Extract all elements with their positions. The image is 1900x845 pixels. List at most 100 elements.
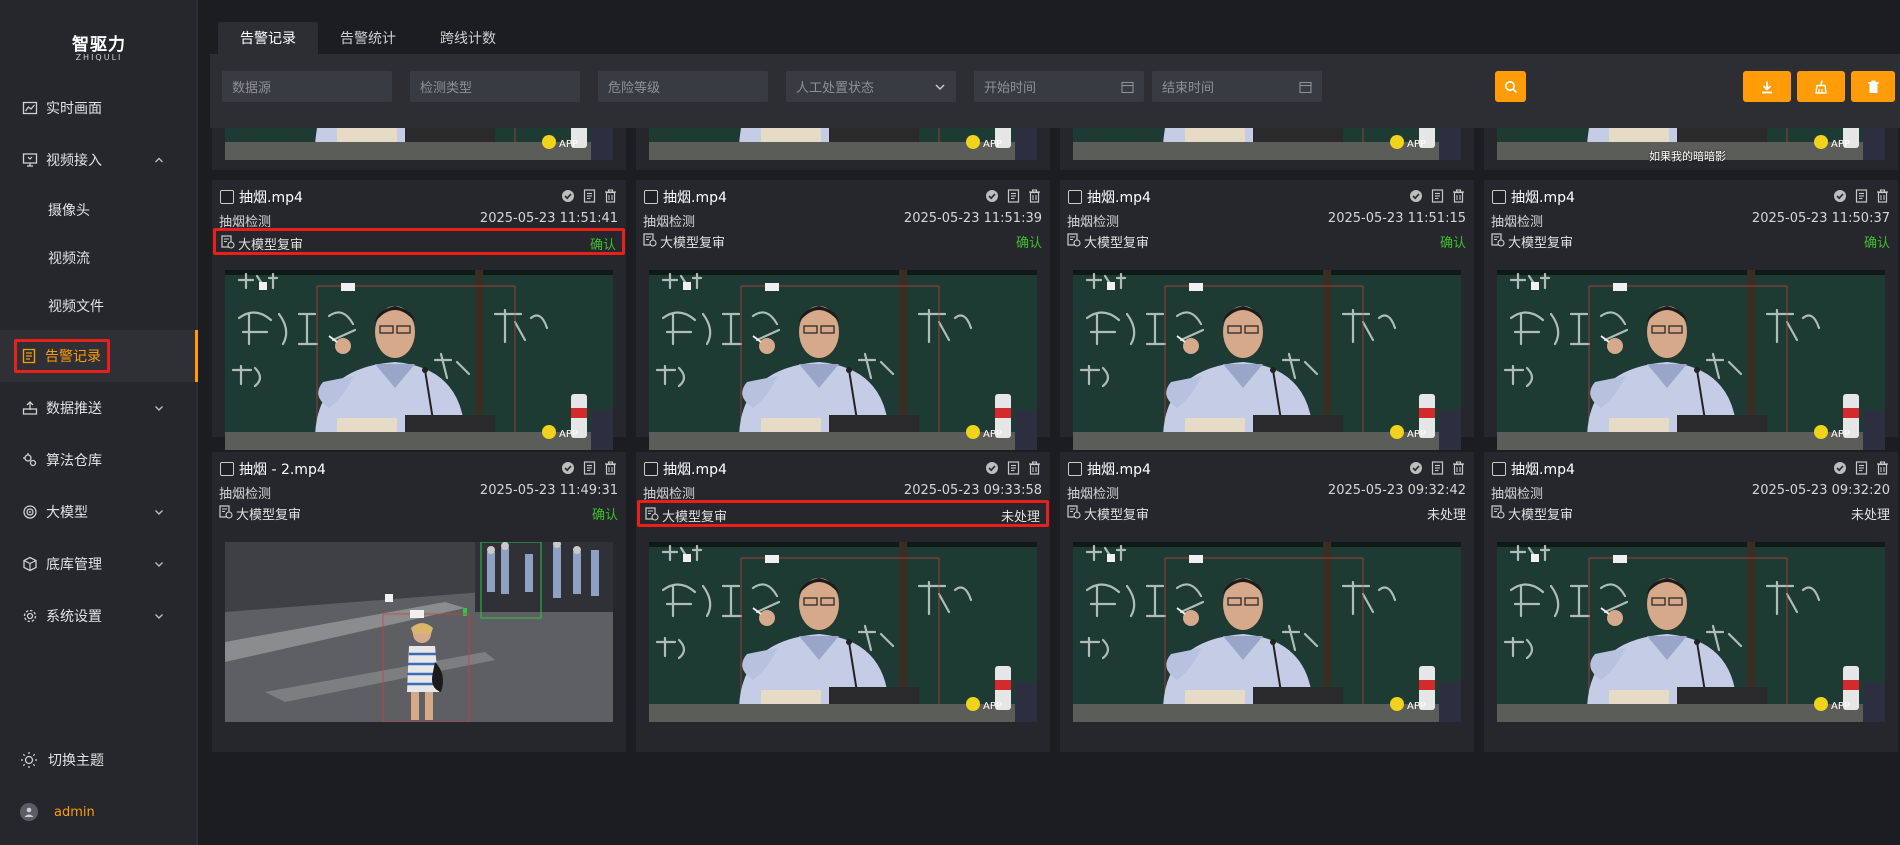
select-checkbox[interactable] bbox=[1492, 190, 1506, 204]
alarm-thumbnail[interactable]: APP bbox=[225, 128, 613, 160]
user-menu[interactable]: admin bbox=[0, 786, 198, 838]
svg-text:APP: APP bbox=[1407, 429, 1426, 440]
alarm-card-partial[interactable]: APP 如果我的暗暗影 bbox=[1484, 128, 1898, 170]
review-label: 大模型复审 bbox=[1508, 508, 1574, 523]
review-status: 确认 bbox=[1015, 236, 1042, 251]
check-circle-icon[interactable] bbox=[984, 460, 1000, 476]
trash-icon[interactable] bbox=[602, 188, 618, 204]
select-checkbox[interactable] bbox=[1492, 462, 1506, 476]
sidebar-item-alarm-records[interactable]: 告警记录 bbox=[0, 330, 198, 382]
review-row: 大模型复审 未处理 bbox=[1486, 501, 1896, 525]
select-checkbox[interactable] bbox=[1068, 190, 1082, 204]
sun-icon bbox=[20, 751, 38, 769]
sidebar-item-label: 视频文件 bbox=[48, 299, 104, 315]
alarm-thumbnail[interactable]: APP bbox=[1497, 542, 1885, 722]
select-checkbox[interactable] bbox=[220, 190, 234, 204]
alarm-thumbnail[interactable]: APP bbox=[225, 270, 613, 450]
document-icon[interactable] bbox=[1429, 188, 1445, 204]
trash-icon[interactable] bbox=[1874, 188, 1890, 204]
check-circle-icon[interactable] bbox=[1408, 460, 1424, 476]
trash-icon[interactable] bbox=[602, 460, 618, 476]
document-icon[interactable] bbox=[1853, 460, 1869, 476]
review-row: 大模型复审 确认 bbox=[214, 501, 624, 525]
start-time-input[interactable]: 开始时间 bbox=[974, 71, 1144, 102]
download-button[interactable] bbox=[1743, 71, 1791, 102]
alarm-card[interactable]: 抽烟.mp4 抽烟检测 2025-05-23 11:50:37 大模型复审 确认 bbox=[1484, 180, 1898, 450]
chevron-down-icon bbox=[154, 611, 164, 621]
file-name: 抽烟.mp4 bbox=[1087, 462, 1151, 478]
alarm-card[interactable]: 抽烟.mp4 抽烟检测 2025-05-23 11:51:15 大模型复审 确认 bbox=[1060, 180, 1474, 450]
sidebar-item-large-model[interactable]: 大模型 bbox=[0, 486, 198, 538]
sidebar-item-base-library[interactable]: 底库管理 bbox=[0, 538, 198, 590]
trash-icon[interactable] bbox=[1026, 188, 1042, 204]
alarm-thumbnail[interactable]: APP bbox=[1073, 270, 1461, 450]
alarm-thumbnail[interactable]: APP bbox=[649, 542, 1037, 722]
alarm-time: 2025-05-23 09:33:58 bbox=[903, 483, 1042, 498]
trash-icon[interactable] bbox=[1450, 460, 1466, 476]
alarm-card-partial[interactable]: APP bbox=[636, 128, 1050, 170]
alarm-thumbnail[interactable] bbox=[225, 542, 613, 722]
trash-icon[interactable] bbox=[1026, 460, 1042, 476]
alarm-card[interactable]: 抽烟 - 2.mp4 抽烟检测 2025-05-23 11:49:31 大模型复… bbox=[212, 452, 626, 752]
switch-theme-button[interactable]: 切换主题 bbox=[0, 734, 198, 786]
select-checkbox[interactable] bbox=[1068, 462, 1082, 476]
manual-status-select[interactable]: 人工处置状态 bbox=[786, 71, 956, 102]
switch-theme-label: 切换主题 bbox=[48, 753, 104, 769]
tab-alarm-records[interactable]: 告警记录 bbox=[218, 22, 318, 54]
review-status: 确认 bbox=[1439, 236, 1466, 251]
check-circle-icon[interactable] bbox=[1832, 460, 1848, 476]
sidebar-item-data-push[interactable]: 数据推送 bbox=[0, 382, 198, 434]
alarm-thumbnail[interactable]: APP bbox=[1073, 542, 1461, 722]
alarm-thumbnail[interactable]: APP bbox=[649, 128, 1037, 160]
sidebar-item-video-access[interactable]: 视频接入 bbox=[0, 134, 198, 186]
select-checkbox[interactable] bbox=[644, 190, 658, 204]
clean-button[interactable] bbox=[1797, 71, 1845, 102]
alarm-card[interactable]: 抽烟.mp4 抽烟检测 2025-05-23 09:32:20 大模型复审 未处… bbox=[1484, 452, 1898, 752]
check-circle-icon[interactable] bbox=[1408, 188, 1424, 204]
svg-text:APP: APP bbox=[559, 139, 578, 150]
search-button[interactable] bbox=[1495, 71, 1526, 102]
alarm-card[interactable]: 抽烟.mp4 抽烟检测 2025-05-23 09:32:42 大模型复审 未处… bbox=[1060, 452, 1474, 752]
document-icon[interactable] bbox=[581, 188, 597, 204]
check-circle-icon[interactable] bbox=[984, 188, 1000, 204]
alarm-card[interactable]: 抽烟.mp4 抽烟检测 2025-05-23 11:51:39 大模型复审 确认 bbox=[636, 180, 1050, 450]
end-time-input[interactable]: 结束时间 bbox=[1152, 71, 1322, 102]
document-icon[interactable] bbox=[1853, 188, 1869, 204]
alarm-thumbnail[interactable]: APP bbox=[1497, 270, 1885, 450]
sidebar-item-video-stream[interactable]: 视频流 bbox=[0, 234, 198, 282]
check-circle-icon[interactable] bbox=[1832, 188, 1848, 204]
review-status: 确认 bbox=[589, 238, 616, 253]
detection-type: 抽烟检测 bbox=[1067, 215, 1120, 230]
trash-icon[interactable] bbox=[1874, 460, 1890, 476]
select-checkbox[interactable] bbox=[220, 462, 234, 476]
tab-line-crossing-count[interactable]: 跨线计数 bbox=[418, 22, 518, 54]
delete-all-button[interactable] bbox=[1851, 71, 1895, 102]
trash-icon[interactable] bbox=[1450, 188, 1466, 204]
danger-level-select[interactable]: 危险等级 bbox=[598, 71, 768, 102]
document-icon[interactable] bbox=[581, 460, 597, 476]
sidebar-item-system-settings[interactable]: 系统设置 bbox=[0, 590, 198, 642]
review-label: 大模型复审 bbox=[236, 508, 302, 523]
alarm-thumbnail[interactable]: APP bbox=[1073, 128, 1461, 160]
alarm-card-partial[interactable]: APP bbox=[212, 128, 626, 170]
alarm-card[interactable]: 抽烟.mp4 抽烟检测 2025-05-23 11:51:41 大模型复审 确认 bbox=[212, 180, 626, 450]
detection-type-select[interactable]: 检测类型 bbox=[410, 71, 580, 102]
check-circle-icon[interactable] bbox=[560, 460, 576, 476]
document-icon[interactable] bbox=[1005, 460, 1021, 476]
data-source-input[interactable]: 数据源 bbox=[222, 71, 392, 102]
alarm-thumbnail[interactable]: APP bbox=[649, 270, 1037, 450]
review-row: 大模型复审 确认 bbox=[213, 228, 625, 255]
review-row: 大模型复审 确认 bbox=[1486, 229, 1896, 253]
alarm-card-header: 抽烟.mp4 抽烟检测 2025-05-23 09:32:42 大模型复审 未处… bbox=[1060, 452, 1474, 542]
sidebar-item-camera[interactable]: 摄像头 bbox=[0, 186, 198, 234]
select-checkbox[interactable] bbox=[644, 462, 658, 476]
alarm-card[interactable]: 抽烟.mp4 抽烟检测 2025-05-23 09:33:58 大模型复审 未处… bbox=[636, 452, 1050, 752]
sidebar-item-video-file[interactable]: 视频文件 bbox=[0, 282, 198, 330]
tab-alarm-statistics[interactable]: 告警统计 bbox=[318, 22, 418, 54]
document-icon[interactable] bbox=[1429, 460, 1445, 476]
alarm-card-partial[interactable]: APP bbox=[1060, 128, 1474, 170]
sidebar-item-live-view[interactable]: 实时画面 bbox=[0, 82, 198, 134]
document-icon[interactable] bbox=[1005, 188, 1021, 204]
sidebar-item-algorithm-store[interactable]: 算法仓库 bbox=[0, 434, 198, 486]
check-circle-icon[interactable] bbox=[560, 188, 576, 204]
